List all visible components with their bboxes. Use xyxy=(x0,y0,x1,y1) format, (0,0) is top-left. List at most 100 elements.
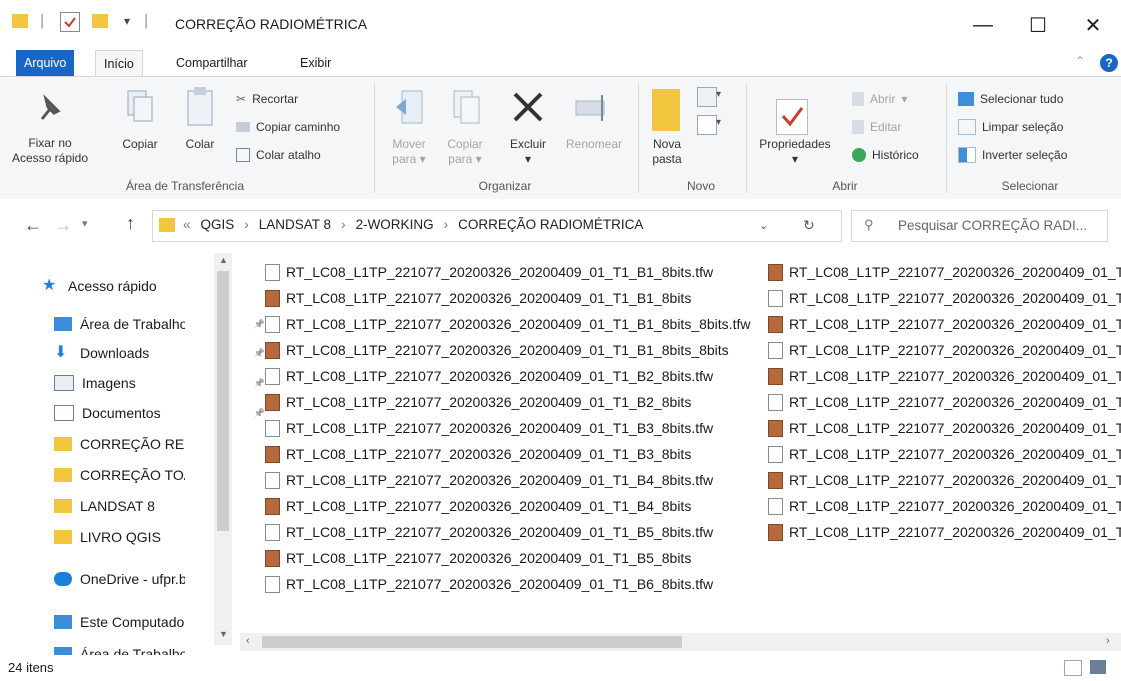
up-arrow-icon[interactable]: ↑ xyxy=(126,213,135,234)
file-item[interactable]: RT_LC08_L1TP_221077_20200326_20200409_01… xyxy=(768,493,1121,519)
horizontal-scrollbar[interactable]: ‹ › xyxy=(240,633,1121,651)
breadcrumb-working[interactable]: 2-WORKING xyxy=(356,217,434,232)
scroll-up-arrow-icon[interactable]: ▲ xyxy=(219,255,228,265)
pin-quick-access-button[interactable]: Fixar no Acesso rápido xyxy=(10,136,90,166)
file-item[interactable]: RT_LC08_L1TP_221077_20200326_20200409_01… xyxy=(768,337,1121,363)
delete-button[interactable]: Excluir ▾ xyxy=(500,137,556,167)
move-to-button[interactable]: Mover para ▾ xyxy=(384,137,434,167)
file-item[interactable]: RT_LC08_L1TP_221077_20200326_20200409_01… xyxy=(265,519,765,545)
file-item[interactable]: RT_LC08_L1TP_221077_20200326_20200409_01… xyxy=(768,311,1121,337)
scroll-left-arrow-icon[interactable]: ‹ xyxy=(246,635,250,647)
back-arrow-icon[interactable]: ← xyxy=(24,215,42,236)
file-item[interactable]: RT_LC08_L1TP_221077_20200326_20200409_01… xyxy=(768,285,1121,311)
image-file-icon xyxy=(768,315,783,333)
cut-button[interactable]: ✂ Recortar xyxy=(236,89,298,109)
clear-selection-icon xyxy=(958,119,976,135)
file-name: RT_LC08_L1TP_221077_20200326_20200409_01… xyxy=(286,420,714,436)
breadcrumb-qgis[interactable]: QGIS xyxy=(201,217,235,232)
file-item[interactable]: RT_LC08_L1TP_221077_20200326_20200409_01… xyxy=(768,519,1121,545)
file-item[interactable]: RT_LC08_L1TP_221077_20200326_20200409_01… xyxy=(265,415,765,441)
help-icon[interactable]: ? xyxy=(1100,54,1118,72)
breadcrumb-landsat[interactable]: LANDSAT 8 xyxy=(259,217,331,232)
file-item[interactable]: RT_LC08_L1TP_221077_20200326_20200409_01… xyxy=(768,363,1121,389)
easy-access-icon[interactable] xyxy=(697,115,717,135)
history-icon xyxy=(852,148,866,162)
nav-item[interactable]: ★ Acesso rápido xyxy=(42,271,267,301)
scroll-down-arrow-icon[interactable]: ▼ xyxy=(219,629,228,639)
file-name: RT_LC08_L1TP_221077_20200326_20200409_01… xyxy=(286,446,692,462)
file-item[interactable]: RT_LC08_L1TP_221077_20200326_20200409_01… xyxy=(768,259,1121,285)
paste-shortcut-button[interactable]: Colar atalho xyxy=(236,145,321,165)
maximize-button[interactable]: ☐ xyxy=(1015,8,1061,42)
file-item[interactable]: RT_LC08_L1TP_221077_20200326_20200409_01… xyxy=(768,467,1121,493)
details-view-icon[interactable] xyxy=(1064,660,1082,676)
open-button[interactable]: Abrir ▾ xyxy=(852,89,907,109)
history-button[interactable]: Histórico xyxy=(852,145,919,165)
tab-compartilhar[interactable]: Compartilhar xyxy=(168,50,256,76)
invert-selection-button[interactable]: Inverter seleção xyxy=(958,145,1067,165)
minimize-button[interactable]: — xyxy=(960,8,1006,42)
tab-exibir[interactable]: Exibir xyxy=(292,50,339,76)
tab-arquivo[interactable]: Arquivo xyxy=(16,50,75,76)
breadcrumb-overflow[interactable]: « xyxy=(183,217,191,232)
file-item[interactable]: RT_LC08_L1TP_221077_20200326_20200409_01… xyxy=(265,389,765,415)
new-item-icon[interactable] xyxy=(697,87,717,107)
file-item[interactable]: RT_LC08_L1TP_221077_20200326_20200409_01… xyxy=(265,467,765,493)
file-item[interactable]: RT_LC08_L1TP_221077_20200326_20200409_01… xyxy=(265,337,765,363)
file-item[interactable]: RT_LC08_L1TP_221077_20200326_20200409_01… xyxy=(265,259,765,285)
large-icons-view-icon[interactable] xyxy=(1090,660,1106,674)
collapse-ribbon-icon[interactable]: ⌃ xyxy=(1075,54,1085,68)
edit-button[interactable]: Editar xyxy=(852,117,901,137)
tab-inicio[interactable]: Início xyxy=(95,50,143,77)
folder-icon xyxy=(12,14,28,28)
search-box[interactable]: ⚲ Pesquisar CORREÇÃO RADI... xyxy=(851,210,1108,242)
breadcrumb-current[interactable]: CORREÇÃO RADIOMÉTRICA xyxy=(458,217,643,232)
file-item[interactable]: RT_LC08_L1TP_221077_20200326_20200409_01… xyxy=(265,545,765,571)
address-bar[interactable]: « QGIS › LANDSAT 8 › 2-WORKING › CORREÇÃ… xyxy=(152,210,842,242)
item-count: 24 itens xyxy=(8,660,54,675)
file-item[interactable]: RT_LC08_L1TP_221077_20200326_20200409_01… xyxy=(265,441,765,467)
file-item[interactable]: RT_LC08_L1TP_221077_20200326_20200409_01… xyxy=(265,285,765,311)
document-file-icon xyxy=(265,471,280,489)
h-scroll-thumb[interactable] xyxy=(262,636,682,648)
rename-button[interactable]: Renomear xyxy=(556,137,632,152)
nav-scrollbar[interactable]: ▲ ▼ xyxy=(214,253,232,645)
properties-button[interactable]: Propriedades ▾ xyxy=(750,137,840,167)
new-folder-button[interactable]: Nova pasta xyxy=(642,137,692,167)
search-placeholder: Pesquisar CORREÇÃO RADI... xyxy=(898,218,1088,233)
chevron-down-icon[interactable]: ▾ xyxy=(716,89,721,100)
file-item[interactable]: RT_LC08_L1TP_221077_20200326_20200409_01… xyxy=(265,363,765,389)
documents-icon xyxy=(54,405,74,421)
document-file-icon xyxy=(265,315,280,333)
file-item[interactable]: RT_LC08_L1TP_221077_20200326_20200409_01… xyxy=(265,493,765,519)
select-all-button[interactable]: Selecionar tudo xyxy=(958,89,1063,109)
cloud-icon xyxy=(54,572,72,586)
copy-to-button[interactable]: Copiar para ▾ xyxy=(440,137,490,167)
properties-qat-icon[interactable] xyxy=(60,12,80,32)
copy-path-button[interactable]: Copiar caminho xyxy=(236,117,340,137)
new-folder-qat-icon[interactable] xyxy=(92,14,108,28)
file-item[interactable]: RT_LC08_L1TP_221077_20200326_20200409_01… xyxy=(768,441,1121,467)
nav-scroll-thumb[interactable] xyxy=(217,271,229,531)
copy-button[interactable]: Copiar xyxy=(120,137,160,152)
file-item[interactable]: RT_LC08_L1TP_221077_20200326_20200409_01… xyxy=(768,415,1121,441)
address-dropdown-icon[interactable]: ⌄ xyxy=(759,219,768,232)
refresh-icon[interactable]: ↻ xyxy=(803,217,815,234)
document-file-icon xyxy=(265,263,280,281)
chevron-down-icon[interactable]: ▾ xyxy=(716,117,721,128)
scroll-right-arrow-icon[interactable]: › xyxy=(1106,635,1110,647)
file-name: RT_LC08_L1TP_221077_20200326_20200409_01… xyxy=(789,498,1121,514)
forward-arrow-icon[interactable]: → xyxy=(54,215,72,236)
pictures-icon xyxy=(54,375,74,391)
image-file-icon xyxy=(265,497,280,515)
recent-locations-icon[interactable]: ▾ xyxy=(82,217,88,230)
qat-dropdown-icon[interactable]: ▾ xyxy=(124,14,130,28)
file-item[interactable]: RT_LC08_L1TP_221077_20200326_20200409_01… xyxy=(265,571,765,597)
clear-selection-button[interactable]: Limpar seleção xyxy=(958,117,1063,137)
nav-item-label: OneDrive - ufpr.br xyxy=(80,571,185,587)
paste-button[interactable]: Colar xyxy=(180,137,220,152)
document-file-icon xyxy=(768,497,783,515)
file-item[interactable]: RT_LC08_L1TP_221077_20200326_20200409_01… xyxy=(265,311,765,337)
file-item[interactable]: RT_LC08_L1TP_221077_20200326_20200409_01… xyxy=(768,389,1121,415)
close-button[interactable]: ✕ xyxy=(1070,8,1116,42)
